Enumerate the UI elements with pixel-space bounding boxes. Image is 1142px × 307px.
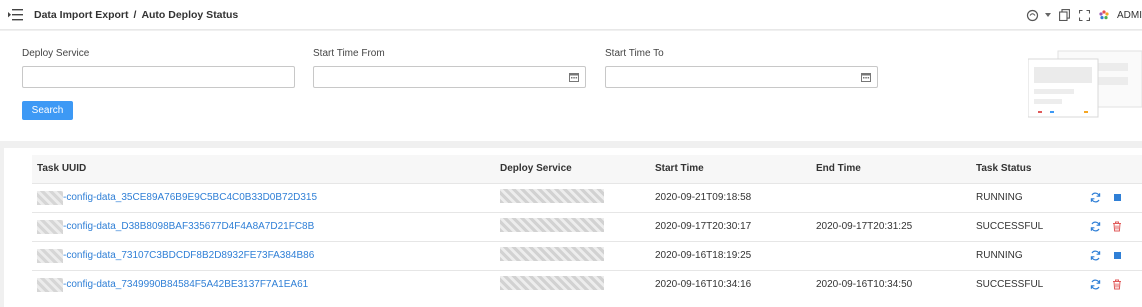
filter-panel: Deploy Service Start Time From Start Tim…	[0, 31, 1142, 141]
task-uuid-link[interactable]: -config-data_7349990B84584F5A42BE3137F7A…	[37, 277, 495, 292]
column-header-actions	[1084, 155, 1142, 183]
breadcrumb-separator: /	[133, 9, 137, 21]
table-row: -config-data_73107C3BDCDF8B2D8932FE73FA3…	[32, 240, 1142, 270]
task-uuid-link[interactable]: -config-data_D38B8098BAF335677D4F4A8A7D2…	[37, 219, 495, 234]
redacted-deploy-service	[500, 189, 604, 203]
start-time-from-field: Start Time From	[313, 48, 586, 88]
start-time-to-field: Start Time To	[605, 48, 878, 88]
start-time-to-label: Start Time To	[605, 48, 664, 59]
copy-icon[interactable]	[1057, 8, 1071, 22]
header-actions: ADMI	[1025, 6, 1142, 24]
column-header-task-uuid[interactable]: Task UUID	[32, 155, 495, 183]
start-time-from-input[interactable]	[314, 67, 585, 87]
task-status-cell: RUNNING	[971, 182, 1084, 212]
delete-icon[interactable]	[1111, 221, 1123, 233]
refresh-icon[interactable]	[1089, 250, 1101, 262]
top-bar: Data Import Export / Auto Deploy Status AD…	[0, 0, 1142, 30]
delete-icon[interactable]	[1111, 279, 1123, 291]
refresh-icon[interactable]	[1089, 279, 1101, 291]
deploy-service-box	[22, 66, 295, 88]
task-status-cell: SUCCESSFUL	[971, 269, 1084, 299]
redacted-prefix	[37, 190, 63, 205]
table-row: -config-data_7349990B84584F5A42BE3137F7A…	[32, 269, 1142, 299]
end-time-cell: 2020-09-16T10:34:50	[811, 269, 971, 299]
task-uuid-text: -config-data_35CE89A76B9E9C5BC4C0B33D0B7…	[63, 192, 318, 203]
deploy-service-label: Deploy Service	[22, 48, 90, 59]
user-name[interactable]: ADMI	[1117, 10, 1142, 21]
task-uuid-text: -config-data_73107C3BDCDF8B2D8932FE73FA3…	[63, 250, 315, 261]
dropdown-caret-icon[interactable]	[1045, 8, 1051, 22]
stop-icon[interactable]	[1111, 250, 1123, 262]
start-time-cell: 2020-09-17T20:30:17	[650, 211, 811, 241]
task-uuid-text: -config-data_7349990B84584F5A42BE3137F7A…	[63, 279, 309, 291]
search-button[interactable]: Search	[22, 101, 73, 120]
column-header-end-time[interactable]: End Time	[811, 155, 971, 183]
start-time-to-input[interactable]	[606, 67, 877, 87]
end-time-cell	[811, 182, 971, 212]
start-time-from-label: Start Time From	[313, 48, 385, 59]
fullscreen-icon[interactable]	[1077, 8, 1091, 22]
theme-icon[interactable]	[1025, 8, 1039, 22]
task-table-panel: Task UUID Deploy Service Start Time End …	[4, 148, 1142, 307]
breadcrumb-item-current: Auto Deploy Status	[141, 9, 239, 21]
redacted-deploy-service	[500, 218, 604, 232]
refresh-icon[interactable]	[1089, 192, 1101, 204]
deploy-service-field: Deploy Service	[22, 48, 295, 88]
table-row: -config-data_D38B8098BAF335677D4F4A8A7D2…	[32, 211, 1142, 241]
end-time-cell	[811, 240, 971, 270]
start-time-to-box	[605, 66, 878, 88]
refresh-icon[interactable]	[1089, 221, 1101, 233]
redacted-deploy-service	[500, 276, 604, 291]
redacted-deploy-service	[500, 247, 604, 261]
task-status-cell: RUNNING	[971, 240, 1084, 270]
task-table: Task UUID Deploy Service Start Time End …	[32, 155, 1142, 299]
redacted-prefix	[37, 219, 63, 234]
table-row: -config-data_35CE89A76B9E9C5BC4C0B33D0B7…	[32, 182, 1142, 212]
stop-icon[interactable]	[1111, 192, 1123, 204]
calendar-icon[interactable]	[861, 72, 871, 82]
redacted-prefix	[37, 248, 63, 263]
start-time-cell: 2020-09-21T09:18:58	[650, 182, 811, 212]
breadcrumb: Data Import Export / Auto Deploy Status	[34, 9, 238, 21]
column-header-task-status[interactable]: Task Status	[971, 155, 1084, 183]
redacted-prefix	[37, 277, 63, 292]
illustration-image	[1028, 50, 1142, 118]
breadcrumb-item-data-import-export[interactable]: Data Import Export	[34, 9, 129, 21]
column-header-deploy-service[interactable]: Deploy Service	[495, 155, 650, 183]
task-uuid-link[interactable]: -config-data_35CE89A76B9E9C5BC4C0B33D0B7…	[37, 190, 495, 205]
calendar-icon[interactable]	[569, 72, 579, 82]
user-avatar-icon[interactable]	[1097, 8, 1111, 22]
task-status-cell: SUCCESSFUL	[971, 211, 1084, 241]
task-uuid-text: -config-data_D38B8098BAF335677D4F4A8A7D2…	[63, 221, 315, 232]
end-time-cell: 2020-09-17T20:31:25	[811, 211, 971, 241]
start-time-cell: 2020-09-16T10:34:16	[650, 269, 811, 299]
start-time-cell: 2020-09-16T18:19:25	[650, 240, 811, 270]
hamburger-menu-icon[interactable]	[8, 8, 24, 22]
start-time-from-box	[313, 66, 586, 88]
column-header-start-time[interactable]: Start Time	[650, 155, 811, 183]
task-uuid-link[interactable]: -config-data_73107C3BDCDF8B2D8932FE73FA3…	[37, 248, 495, 263]
deploy-service-input[interactable]	[23, 67, 294, 87]
table-header-row: Task UUID Deploy Service Start Time End …	[32, 155, 1142, 183]
